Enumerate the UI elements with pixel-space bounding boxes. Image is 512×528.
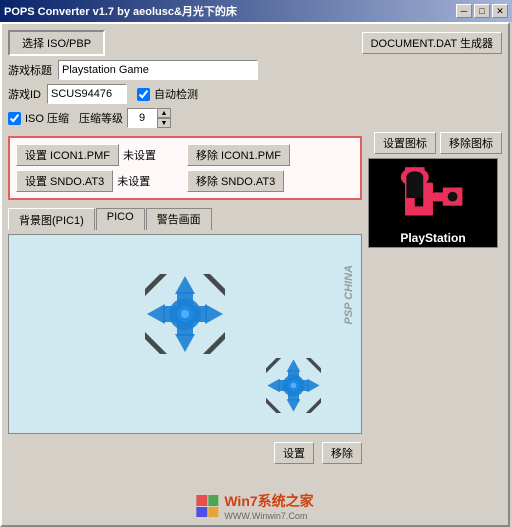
minimize-button[interactable]: ─ xyxy=(456,4,472,18)
icon-group-box: 设置 ICON1.PMF 未设置 移除 ICON1.PMF 设置 SNDO.AT… xyxy=(8,136,362,200)
windows-logo-icon xyxy=(196,495,218,517)
set-icon1-button[interactable]: 设置 ICON1.PMF xyxy=(16,144,119,166)
set-icon-button[interactable]: 设置图标 xyxy=(374,132,436,154)
tab-bgpic[interactable]: 背景图(PIC1) xyxy=(8,208,95,230)
remove-icon1-button[interactable]: 移除 ICON1.PMF xyxy=(187,144,290,166)
window-inner: 选择 ISO/PBP DOCUMENT.DAT 生成器 游戏标题 游戏ID 自动… xyxy=(2,24,508,470)
game-id-input[interactable] xyxy=(47,84,127,104)
auto-detect-row: 自动检测 xyxy=(137,86,198,102)
compress-level-spinbox: ▲ ▼ xyxy=(127,108,171,128)
main-layout: 设置 ICON1.PMF 未设置 移除 ICON1.PMF 设置 SNDO.AT… xyxy=(8,132,502,464)
playstation-text: PlayStation xyxy=(400,231,465,245)
setup-button[interactable]: 设置 xyxy=(274,442,314,464)
title-bar-controls: ─ □ ✕ xyxy=(456,4,508,18)
game-title-label: 游戏标题 xyxy=(8,62,52,78)
preview-area: PSP CHINA xyxy=(8,234,362,434)
win7-sub-text: WWW.Winwin7.Com xyxy=(224,511,313,521)
select-iso-button[interactable]: 选择 ISO/PBP xyxy=(8,30,105,56)
spin-down-button[interactable]: ▼ xyxy=(157,118,171,128)
game-id-label: 游戏ID xyxy=(8,86,41,102)
top-row: 选择 ISO/PBP DOCUMENT.DAT 生成器 xyxy=(8,30,502,56)
dpad-large-icon xyxy=(145,274,225,354)
playstation-logo-box: PlayStation xyxy=(368,158,498,248)
compress-level-input[interactable] xyxy=(127,108,157,128)
right-panel: 设置图标 移除图标 xyxy=(368,132,502,464)
iso-compress-checkbox[interactable] xyxy=(8,112,21,125)
game-id-row: 游戏ID xyxy=(8,84,127,104)
title-bar-text: POPS Converter v1.7 by aeolusc&月光下的床 xyxy=(4,3,237,19)
doc-generator-button[interactable]: DOCUMENT.DAT 生成器 xyxy=(362,32,502,54)
close-button[interactable]: ✕ xyxy=(492,4,508,18)
tab-pico[interactable]: PICO xyxy=(96,208,145,230)
title-bar: POPS Converter v1.7 by aeolusc&月光下的床 ─ □… xyxy=(0,0,512,22)
snd-status: 未设置 xyxy=(117,173,150,189)
spin-up-button[interactable]: ▲ xyxy=(157,108,171,118)
dpad-small-icon xyxy=(266,358,321,413)
maximize-button[interactable]: □ xyxy=(474,4,490,18)
auto-detect-label: 自动检测 xyxy=(154,86,198,102)
psp-china-watermark: PSP CHINA xyxy=(343,265,355,325)
bottom-row: 设置 移除 xyxy=(8,442,362,464)
icon-controls: 设置图标 移除图标 xyxy=(368,132,502,154)
tab-alert[interactable]: 警告画面 xyxy=(146,208,212,230)
auto-detect-checkbox[interactable] xyxy=(137,88,150,101)
compress-level-label: 压缩等级 xyxy=(79,110,123,126)
left-panel: 设置 ICON1.PMF 未设置 移除 ICON1.PMF 设置 SNDO.AT… xyxy=(8,132,362,464)
tab-row: 背景图(PIC1) PICO 警告画面 xyxy=(8,208,362,230)
game-title-row: 游戏标题 xyxy=(8,60,502,80)
spin-buttons: ▲ ▼ xyxy=(157,108,171,128)
win7-watermark-area: Win7系统之家 WWW.Winwin7.Com xyxy=(196,491,313,521)
game-title-input[interactable] xyxy=(58,60,258,80)
set-snd-button[interactable]: 设置 SNDO.AT3 xyxy=(16,170,113,192)
iso-compress-label: ISO 压缩 xyxy=(25,110,69,126)
main-window: 选择 ISO/PBP DOCUMENT.DAT 生成器 游戏标题 游戏ID 自动… xyxy=(0,22,510,527)
win7-logo-text: Win7系统之家 xyxy=(224,491,313,511)
playstation-logo-svg xyxy=(398,162,468,227)
remove-snd-button[interactable]: 移除 SNDO.AT3 xyxy=(187,170,284,192)
remove-icon-button[interactable]: 移除图标 xyxy=(440,132,502,154)
remove-button[interactable]: 移除 xyxy=(322,442,362,464)
icon1-status: 未设置 xyxy=(123,147,156,163)
iso-compress-row: ISO 压缩 xyxy=(8,110,69,126)
